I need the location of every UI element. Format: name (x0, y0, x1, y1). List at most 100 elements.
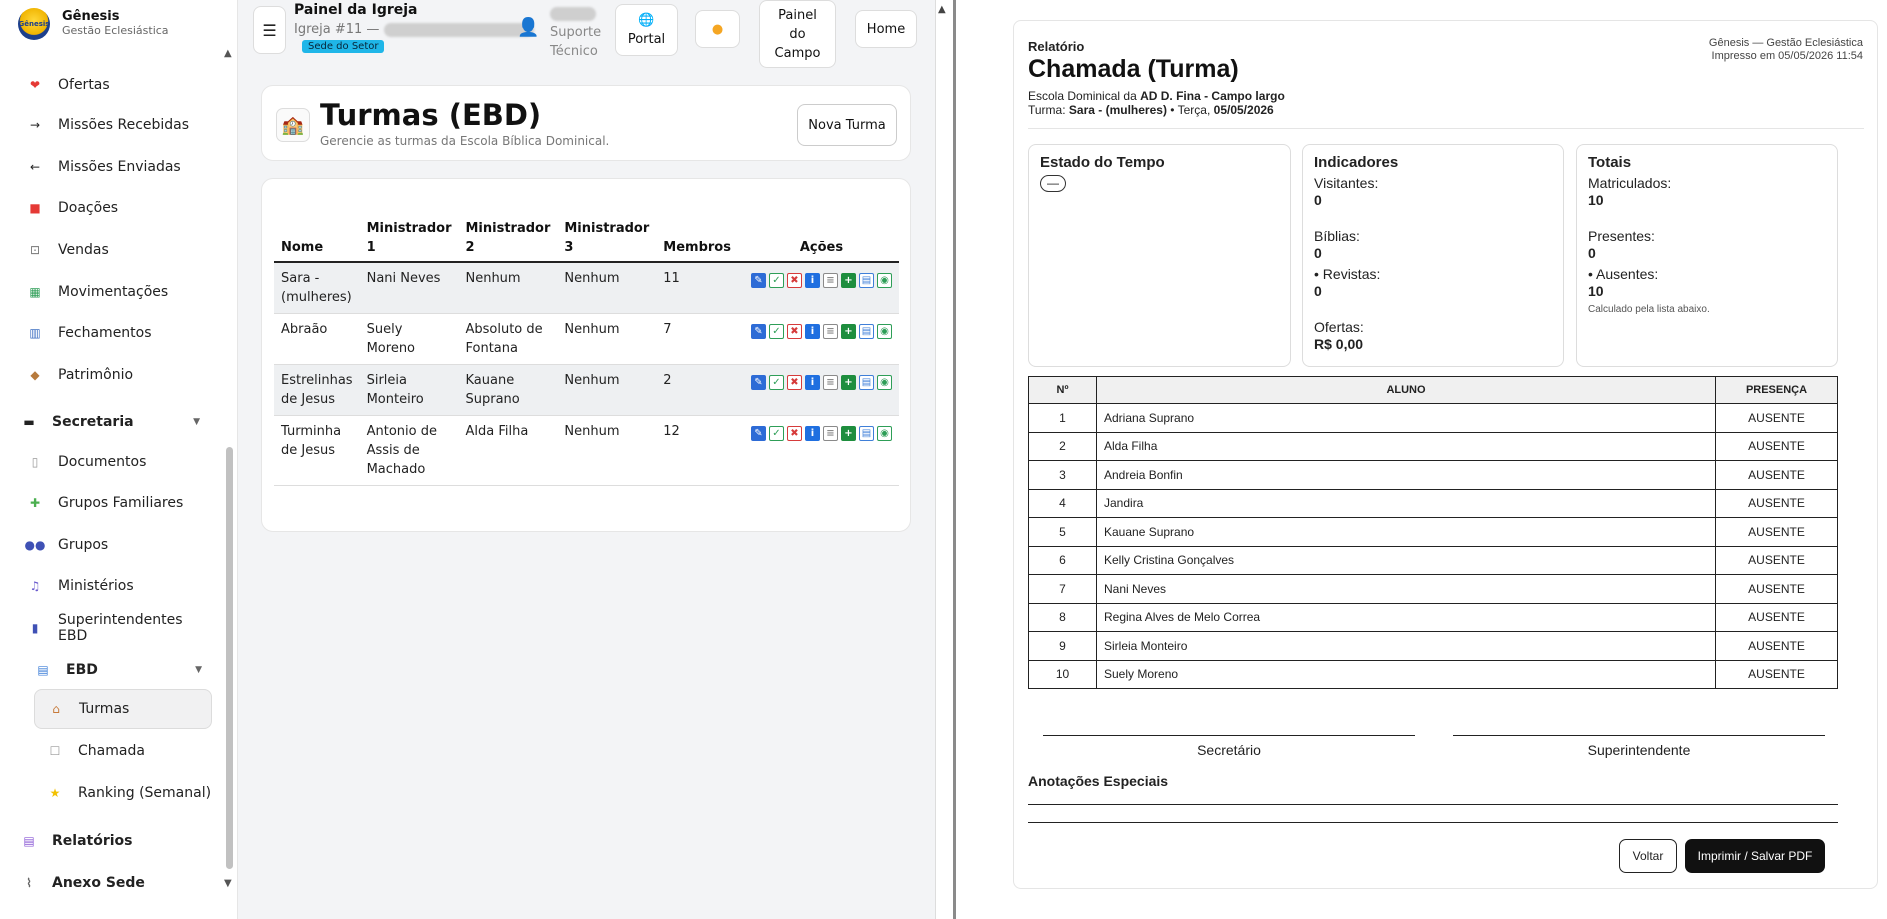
home-button[interactable]: Home (855, 10, 917, 48)
report-preview: Relatório Chamada (Turma) Escola Dominic… (957, 0, 1887, 919)
attendance-row: 8 Regina Alves de Melo Correa AUSENTE (1028, 602, 1838, 632)
revistas-label: • Revistas: (1314, 266, 1381, 282)
sidebar-section-secretaria[interactable]: ▬ Secretaria ▼ (20, 407, 210, 437)
turmas-table: Nome Ministrador 1 Ministrador 2 Ministrad… (274, 215, 899, 486)
add-icon[interactable]: + (841, 324, 856, 339)
file-icon[interactable]: ▤ (859, 273, 874, 288)
sidebar-item-grupos[interactable]: ●● Grupos (25, 530, 216, 560)
info-icon[interactable]: i (805, 324, 820, 339)
scroll-down-arrow[interactable]: ▼ (224, 878, 232, 889)
arrow-right-icon: → (29, 118, 41, 132)
sidebar-item-superintendentes-ebd[interactable]: ▮ Superintendentes EBD (26, 612, 216, 644)
sidebar-section-anexo[interactable]: ⌇ Anexo Sede (20, 868, 210, 898)
sidebar-section-label: EBD (66, 662, 98, 678)
attendance-row: 4 Jandira AUSENTE (1028, 488, 1838, 518)
trash-icon[interactable]: ✖ (787, 324, 802, 339)
sidebar-item-documentos[interactable]: ▯ Documentos (26, 447, 216, 477)
check-icon[interactable]: ✓ (769, 375, 784, 390)
add-icon[interactable]: + (841, 375, 856, 390)
voltar-button[interactable]: Voltar (1619, 839, 1677, 873)
edit-icon[interactable]: ✎ (751, 375, 766, 390)
comment-icon[interactable]: ≡ (823, 273, 838, 288)
new-turma-button[interactable]: Nova Turma (797, 104, 897, 146)
table-cell-nome: Abraão (274, 313, 360, 365)
ofertas-value: R$ 0,00 (1314, 336, 1364, 352)
row-actions: ✎ ✓ ✖ i ≡ + ▤ ◉ (751, 269, 892, 288)
status-badge: Sede do Setor (302, 40, 385, 53)
bar-chart-icon: ▥ (29, 326, 41, 340)
turmas-table-card: Nome Ministrador 1 Ministrador 2 Ministrad… (261, 178, 911, 532)
divider-line (953, 0, 956, 919)
table-cell-nome: Sara - (mulheres) (274, 262, 360, 314)
sidebar-item-patrimonio[interactable]: ◆ Patrimônio (26, 360, 216, 390)
sidebar-item-turmas[interactable]: ⌂ Turmas (34, 689, 212, 729)
trash-icon[interactable]: ✖ (787, 273, 802, 288)
info-icon[interactable]: i (805, 273, 820, 288)
sidebar-item-chamada[interactable]: ☐ Chamada (46, 736, 236, 766)
file-icon[interactable]: ▤ (859, 426, 874, 441)
sidebar-scrollbar[interactable] (226, 447, 233, 869)
sidebar-item-vendas[interactable]: ⊡ Vendas (26, 235, 216, 265)
church-prefix: Igreja #11 — (294, 22, 380, 37)
sidebar-item-doacoes[interactable]: ■ Doações (26, 193, 216, 223)
trash-icon[interactable]: ✖ (787, 375, 802, 390)
check-icon[interactable]: ✓ (769, 324, 784, 339)
add-icon[interactable]: + (841, 273, 856, 288)
ofertas-label: Ofertas: (1314, 319, 1364, 335)
sidebar-item-fechamentos[interactable]: ▥ Fechamentos (26, 318, 216, 348)
sidebar-item-movimentacoes[interactable]: ▦ Movimentações (26, 277, 216, 307)
eye-icon[interactable]: ◉ (877, 324, 892, 339)
sidebar-section-relatorios[interactable]: ▤ Relatórios (20, 826, 210, 856)
comment-icon[interactable]: ≡ (823, 426, 838, 441)
sidebar-item-grupos-familiares[interactable]: ✚ Grupos Familiares (26, 488, 216, 518)
portal-button[interactable]: 🌐 Portal (615, 4, 678, 56)
menu-toggle-button[interactable]: ☰ (253, 6, 286, 54)
attendance-cell-n: 10 (1028, 659, 1097, 689)
attendance-cell-presenca: AUSENTE (1715, 431, 1838, 461)
sidebar-item-ranking[interactable]: ★ Ranking (Semanal) (46, 778, 236, 808)
file-icon[interactable]: ▤ (859, 375, 874, 390)
attendance-cell-presenca: AUSENTE (1715, 574, 1838, 604)
table-cell-m2: Absoluto de Fontana (458, 313, 558, 365)
comment-icon[interactable]: ≡ (823, 375, 838, 390)
theme-toggle-button[interactable]: ● (695, 10, 740, 48)
sidebar: Gênesis Gênesis Gestão Eclesiástica ❤ Ofe… (0, 0, 238, 919)
edit-icon[interactable]: ✎ (751, 273, 766, 288)
sidebar-item-label: Grupos Familiares (58, 495, 184, 511)
brand[interactable]: Gênesis Gênesis Gestão Eclesiástica (0, 0, 237, 48)
attendance-cell-aluno: Andreia Bonfin (1096, 460, 1716, 490)
scroll-up-arrow[interactable]: ▲ (938, 4, 946, 15)
info-icon[interactable]: i (805, 426, 820, 441)
eye-icon[interactable]: ◉ (877, 426, 892, 441)
comment-icon[interactable]: ≡ (823, 324, 838, 339)
panel-divider[interactable]: ▲ (935, 0, 957, 919)
puzzle-icon: ✚ (29, 496, 41, 510)
header-text: 1 (366, 240, 376, 255)
attendance-row: 5 Kauane Suprano AUSENTE (1028, 517, 1838, 547)
sidebar-item-missoes-enviadas[interactable]: ← Missões Enviadas (26, 152, 216, 182)
scroll-up-arrow[interactable]: ▲ (224, 48, 232, 59)
edit-icon[interactable]: ✎ (751, 324, 766, 339)
table-cell-m3: Nenhum (557, 262, 657, 314)
avatar[interactable]: 👤 (517, 16, 539, 40)
info-icon[interactable]: i (805, 375, 820, 390)
painel-campo-button[interactable]: Painel do Campo (759, 0, 836, 68)
school-icon: ⌂ (52, 702, 60, 716)
check-icon[interactable]: ✓ (769, 273, 784, 288)
sidebar-item-missoes-recebidas[interactable]: → Missões Recebidas (26, 110, 216, 140)
eye-icon[interactable]: ◉ (877, 375, 892, 390)
sidebar-section-ebd[interactable]: ▤ EBD ▼ (34, 655, 212, 685)
edit-icon[interactable]: ✎ (751, 426, 766, 441)
totais-note: Calculado pela lista abaixo. (1588, 304, 1710, 315)
file-icon[interactable]: ▤ (859, 324, 874, 339)
print-pdf-button[interactable]: Imprimir / Salvar PDF (1685, 839, 1825, 873)
support-label[interactable]: Suporte Técnico (550, 4, 601, 61)
sidebar-item-ofertas[interactable]: ❤ Ofertas (26, 70, 216, 100)
row-actions: ✎ ✓ ✖ i ≡ + ▤ ◉ (751, 320, 892, 339)
check-icon[interactable]: ✓ (769, 426, 784, 441)
trash-icon[interactable]: ✖ (787, 426, 802, 441)
add-icon[interactable]: + (841, 426, 856, 441)
attendance-cell-aluno: Regina Alves de Melo Correa (1096, 602, 1716, 632)
sidebar-item-ministerios[interactable]: ♫ Ministérios (26, 571, 216, 601)
eye-icon[interactable]: ◉ (877, 273, 892, 288)
